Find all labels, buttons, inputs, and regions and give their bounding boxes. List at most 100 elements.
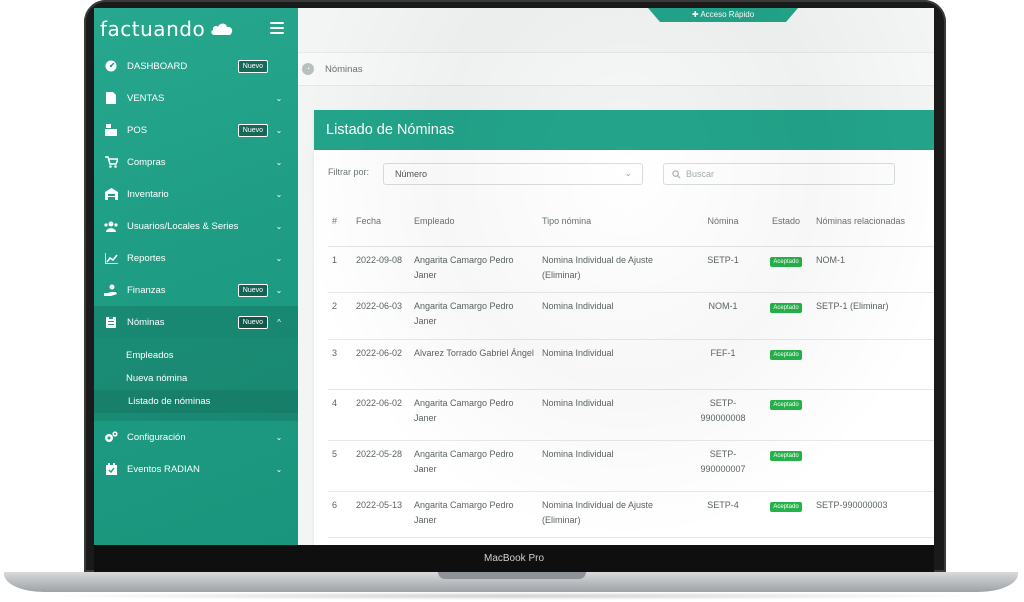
cell-related [812, 389, 934, 441]
column-header-date[interactable]: Fecha [352, 198, 410, 247]
screen: factuando DASHBOARD Nuevo VENTAS ⌄ POS N… [94, 8, 934, 545]
sidebar: factuando DASHBOARD Nuevo VENTAS ⌄ POS N… [94, 8, 298, 545]
filter-select[interactable]: Número ⌄ [383, 163, 643, 185]
column-header-type[interactable]: Tipo nómina [538, 198, 686, 247]
sidebar-item-label: POS [127, 124, 148, 136]
status-badge: Aceptado [770, 450, 802, 461]
cell-date: 2022-06-02 [352, 339, 410, 390]
table-row[interactable]: 2 2022-06-03 Angarita Camargo Pedro Jane… [328, 292, 934, 340]
cell-number: 2 [328, 292, 352, 340]
cell-employee: Alvarez Torrado Gabriel Ángel [410, 339, 538, 390]
search-input[interactable]: Buscar [663, 163, 895, 185]
cell-date: 2022-05-13 [352, 491, 410, 538]
payroll-list-card: Listado de Nóminas Filtrar por: Número ⌄… [314, 110, 934, 545]
cell-type: Nomina Individual [538, 292, 686, 340]
brand-name: factuando [100, 17, 206, 41]
sidebar-item-usuarios[interactable]: Usuarios/Locales & Series ⌄ [94, 210, 298, 242]
model-label: MacBook Pro [483, 553, 545, 564]
column-header-related[interactable]: Nóminas relacionadas [812, 198, 934, 247]
cell-related [812, 339, 934, 390]
status-badge: Aceptado [770, 399, 802, 410]
cell-employee: Angarita Camargo Pedro Janer [410, 491, 538, 538]
cloud-icon [209, 22, 235, 36]
table-row[interactable]: 4 2022-06-02 Angarita Camargo Pedro Jane… [328, 389, 934, 441]
dashboard-icon [104, 60, 118, 72]
sidebar-item-compras[interactable]: Compras ⌄ [94, 146, 298, 178]
cash-register-icon [104, 124, 118, 136]
calendar-check-icon [104, 463, 118, 475]
sidebar-item-pos[interactable]: POS Nuevo ⌄ [94, 114, 298, 146]
cell-number: 6 [328, 491, 352, 538]
submenu-item-listado-nominas[interactable]: Listado de nóminas [94, 390, 298, 413]
chevron-down-icon: ⌄ [275, 285, 283, 295]
topbar: ✚ Acceso Rápido [298, 8, 934, 52]
laptop-notch [438, 572, 586, 579]
sidebar-item-label: Configuración [127, 431, 186, 443]
table-row[interactable]: 3 2022-06-02 Alvarez Torrado Gabriel Áng… [328, 339, 934, 390]
users-icon [104, 220, 118, 232]
submenu-item-nueva-nomina[interactable]: Nueva nómina [94, 367, 298, 390]
cell-number: 1 [328, 246, 352, 293]
status-badge: Aceptado [770, 302, 802, 313]
chevron-up-icon: ^ [277, 317, 281, 327]
sidebar-item-eventos-radian[interactable]: Eventos RADIAN ⌄ [94, 453, 298, 485]
filter-label: Filtrar por: [328, 167, 370, 177]
chevron-down-icon: ⌄ [275, 253, 283, 263]
table-row[interactable]: 6 2022-05-13 Angarita Camargo Pedro Jane… [328, 491, 934, 538]
table-header-row: # Fecha Empleado Tipo nómina Nómina Esta… [328, 198, 934, 247]
sidebar-item-configuracion[interactable]: Configuración ⌄ [94, 421, 298, 453]
cell-nomina: NOM-1 [686, 292, 760, 340]
payroll-table: # Fecha Empleado Tipo nómina Nómina Esta… [328, 198, 934, 538]
cell-nomina: SETP-4 [686, 491, 760, 538]
sidebar-item-reportes[interactable]: Reportes ⌄ [94, 242, 298, 274]
cell-nomina: FEF-1 [686, 339, 760, 390]
cell-number: 4 [328, 389, 352, 441]
menu-toggle-icon[interactable] [270, 22, 284, 34]
cell-related: SETP-1 (Eliminar) [812, 292, 934, 340]
sidebar-item-label: Inventario [127, 188, 169, 200]
cell-type: Nomina Individual de Ajuste (Eliminar) [538, 246, 686, 293]
cell-number: 5 [328, 440, 352, 492]
sidebar-item-label: VENTAS [127, 92, 165, 104]
column-header-number[interactable]: # [328, 198, 352, 247]
chevron-down-icon: ⌄ [275, 125, 283, 135]
column-header-nomina[interactable]: Nómina [686, 198, 760, 247]
sidebar-item-label: Compras [127, 156, 166, 168]
filters-bar: Filtrar por: Número ⌄ Buscar [328, 162, 928, 186]
sidebar-item-finanzas[interactable]: Finanzas Nuevo ⌄ [94, 274, 298, 306]
brand-logo[interactable]: factuando [100, 16, 235, 42]
cell-employee: Angarita Camargo Pedro Janer [410, 440, 538, 492]
chevron-down-icon: ⌄ [624, 168, 632, 178]
dashboard-icon[interactable]: ◔ [302, 63, 314, 75]
submenu-item-empleados[interactable]: Empleados [94, 344, 298, 367]
cell-type: Nomina Individual [538, 339, 686, 390]
sidebar-item-ventas[interactable]: VENTAS ⌄ [94, 82, 298, 114]
chevron-down-icon: ⌄ [275, 221, 283, 231]
status-badge: Aceptado [770, 349, 802, 360]
column-header-status[interactable]: Estado [760, 198, 812, 247]
cell-employee: Angarita Camargo Pedro Janer [410, 292, 538, 340]
cell-type: Nomina Individual [538, 440, 686, 492]
sidebar-item-label: Usuarios/Locales & Series [127, 220, 239, 232]
table-row[interactable]: 5 2022-05-28 Angarita Camargo Pedro Jane… [328, 440, 934, 492]
column-header-employee[interactable]: Empleado [410, 198, 538, 247]
sidebar-item-nominas[interactable]: Nóminas Nuevo ^ [94, 306, 298, 338]
laptop-bezel: MacBook Pro [94, 545, 934, 572]
chevron-down-icon: ⌄ [275, 432, 283, 442]
chart-icon [104, 252, 118, 264]
page-title: Listado de Nóminas [314, 110, 934, 150]
sidebar-item-label: DASHBOARD [127, 60, 188, 72]
cell-date: 2022-05-28 [352, 440, 410, 492]
table-row[interactable]: 1 2022-09-08 Angarita Camargo Pedro Jane… [328, 246, 934, 293]
new-badge: Nuevo [237, 123, 268, 137]
laptop-shadow [30, 592, 994, 600]
cell-nomina: SETP-1 [686, 246, 760, 293]
new-badge: Nuevo [237, 59, 268, 73]
clipboard-icon [104, 316, 118, 328]
sidebar-item-inventario[interactable]: Inventario ⌄ [94, 178, 298, 210]
cell-employee: Angarita Camargo Pedro Janer [410, 246, 538, 293]
sidebar-item-label: Finanzas [127, 284, 166, 296]
sidebar-item-dashboard[interactable]: DASHBOARD Nuevo [94, 50, 298, 82]
sidebar-item-label: Reportes [127, 252, 166, 264]
quick-access-button[interactable]: ✚ Acceso Rápido [648, 8, 798, 22]
